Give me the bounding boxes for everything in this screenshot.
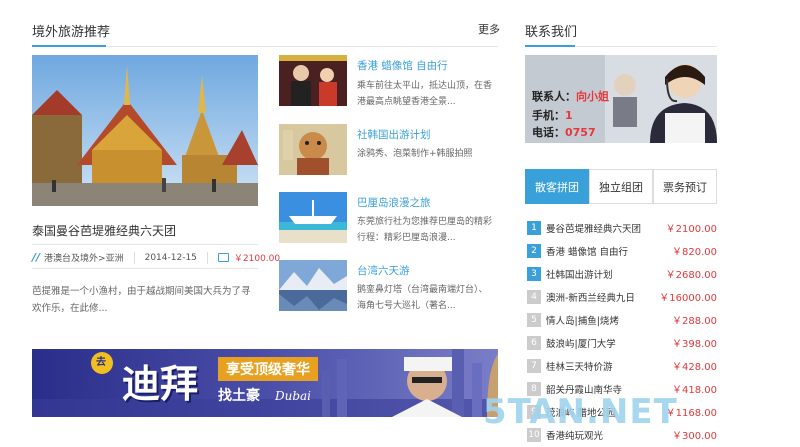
contact-name-label: 联系人： — [532, 90, 576, 103]
ranking-item-price: ￥418.00 — [672, 385, 717, 396]
ranking-item-price: ￥820.00 — [672, 247, 717, 258]
overseas-title: 境外旅游推荐 — [32, 25, 111, 40]
featured-meta-top — [32, 244, 258, 245]
item-image-taiwan[interactable] — [279, 260, 347, 311]
ranking-item-price: ￥300.00 — [672, 431, 717, 442]
more-link[interactable]: 更多 — [478, 21, 500, 37]
item-image-korea[interactable] — [279, 124, 347, 175]
ranking-item-price: ￥2680.00 — [665, 270, 717, 281]
ranking-item-name[interactable]: 桂林三天特价游 — [546, 359, 672, 373]
contact-title-underline — [525, 45, 575, 47]
featured-desc-line1: 芭提雅是一个小渔村，由于越战期间美国大兵为了寻 — [32, 286, 251, 297]
featured-date: 2014-12-15 — [144, 252, 197, 263]
contact-name-value: 向小姐 — [576, 90, 609, 103]
item-title[interactable]: 台湾六天游 — [357, 263, 410, 278]
ranking-row[interactable]: 2 香港 蜡像馆 自由行 ￥820.00 — [527, 239, 717, 262]
item-desc-line2: 港最高点眺望香港全景... — [357, 97, 456, 107]
ranking-item-price: ￥16000.00 — [659, 293, 717, 304]
contact-phone-value: 1 — [565, 109, 573, 122]
tab-ticket-booking[interactable]: 票务预订 — [653, 169, 717, 204]
ranking-item-price: ￥288.00 — [672, 316, 717, 327]
banner-script: Dubai — [275, 389, 312, 403]
dubai-banner[interactable]: 去 迪拜 享受顶级奢华 找土豪 Dubai — [32, 349, 498, 417]
featured-title[interactable]: 泰国曼谷芭堤雅经典六天团 — [32, 222, 176, 239]
item-desc-line2: 海角七号大巡礼（著名... — [357, 301, 456, 311]
ranking-item-price: ￥428.00 — [672, 362, 717, 373]
featured-category[interactable]: 港澳台及境外>亚洲 — [44, 251, 124, 264]
item-desc: 鹅銮鼻灯塔（台湾最南端灯台）、 海角七号大巡礼（著名... — [357, 282, 488, 314]
ranking-number-badge: 2 — [527, 243, 541, 258]
contact-tel-row: 电话：0757 — [532, 124, 596, 140]
site-watermark: 5TAN.NET — [483, 392, 678, 432]
item-desc-line2: 行程：精彩巴厘岛浪漫... — [357, 233, 456, 243]
ranking-number-badge: 1 — [527, 220, 541, 235]
meta-separator — [206, 251, 208, 264]
ranking-number-badge: 7 — [527, 358, 541, 373]
category-icon: // — [32, 251, 41, 264]
featured-desc: 芭提雅是一个小渔村，由于越战期间美国大兵为了寻 欢作乐，在此修... — [32, 283, 262, 317]
contact-tel-value: 0757 — [565, 126, 596, 139]
comment-icon — [217, 253, 229, 262]
item-image-bali[interactable] — [279, 192, 347, 243]
item-desc-line1: 涂鸦秀、泡菜制作+韩服拍照 — [357, 149, 473, 159]
featured-meta: // 港澳台及境外>亚洲 2014-12-15 ￥2100.00 — [32, 251, 280, 264]
ranking-item-name[interactable]: 澳洲-新西兰经典九日 — [546, 290, 659, 304]
tab-independent-tour[interactable]: 独立组团 — [589, 169, 653, 204]
contact-phone-label: 手机： — [532, 109, 565, 122]
item-desc-line1: 东莞旅行社为您推荐巴厘岛的精彩 — [357, 217, 493, 227]
ranking-row[interactable]: 4 澳洲-新西兰经典九日 ￥16000.00 — [527, 285, 717, 308]
ranking-number-badge: 5 — [527, 312, 541, 327]
item-desc: 乘车前往太平山，抵达山顶，在香 港最高点眺望香港全景... — [357, 78, 492, 110]
item-title[interactable]: 香港 蜡像馆 自由行 — [357, 58, 448, 73]
contact-name-row: 联系人：向小姐 — [532, 88, 609, 104]
meta-separator — [133, 251, 135, 264]
item-desc-line1: 鹅銮鼻灯塔（台湾最南端灯台）、 — [357, 285, 488, 295]
banner-main-text: 迪拜 — [122, 361, 199, 406]
ranking-item-name[interactable]: 曼谷芭堤雅经典六天团 — [546, 221, 666, 235]
overseas-title-underline — [32, 45, 106, 47]
item-desc-line1: 乘车前往太平山，抵达山顶，在香 — [357, 81, 493, 91]
item-image-hongkong[interactable] — [279, 55, 347, 106]
ranking-number-badge: 4 — [527, 289, 541, 304]
contact-card: 联系人：向小姐 手机：1 电话：0757 — [525, 55, 717, 143]
featured-image[interactable] — [32, 55, 258, 206]
item-desc: 涂鸦秀、泡菜制作+韩服拍照 — [357, 146, 473, 162]
ranking-item-price: ￥2100.00 — [665, 224, 717, 235]
ranking-row[interactable]: 3 社韩国出游计划 ￥2680.00 — [527, 262, 717, 285]
ranking-row[interactable]: 7 桂林三天特价游 ￥428.00 — [527, 354, 717, 377]
ranking-number-badge: 3 — [527, 266, 541, 281]
ranking-item-name[interactable]: 情人岛|捕鱼|烧烤 — [546, 313, 672, 327]
ranking-item-name[interactable]: 鼓浪屿|厦门大学 — [546, 336, 672, 350]
tab-group-tour[interactable]: 散客拼团 — [525, 169, 589, 204]
featured-meta-bottom — [32, 268, 258, 269]
banner-logo-icon: 去 — [96, 357, 106, 368]
ranking-row[interactable]: 1 曼谷芭堤雅经典六天团 ￥2100.00 — [527, 216, 717, 239]
ranking-number-badge: 6 — [527, 335, 541, 350]
ranking-item-name[interactable]: 香港 蜡像馆 自由行 — [546, 244, 672, 258]
featured-desc-line2: 欢作乐，在此修... — [32, 303, 108, 314]
item-title[interactable]: 巴厘岛浪漫之旅 — [357, 195, 431, 210]
item-desc: 东莞旅行社为您推荐巴厘岛的精彩 行程：精彩巴厘岛浪漫... — [357, 214, 492, 246]
banner-sub-text: 找土豪 — [218, 388, 260, 404]
item-title[interactable]: 社韩国出游计划 — [357, 127, 431, 142]
ranking-row[interactable]: 6 鼓浪屿|厦门大学 ￥398.00 — [527, 331, 717, 354]
ranking-row[interactable]: 5 情人岛|捕鱼|烧烤 ￥288.00 — [527, 308, 717, 331]
banner-tagline: 享受顶级奢华 — [218, 357, 318, 381]
contact-tel-label: 电话： — [532, 126, 565, 139]
contact-phone-row: 手机：1 — [532, 107, 573, 123]
ranking-item-name[interactable]: 社韩国出游计划 — [546, 267, 666, 281]
ranking-item-price: ￥398.00 — [672, 339, 717, 350]
featured-price: ￥2100.00 — [233, 254, 281, 264]
contact-title: 联系我们 — [525, 25, 578, 40]
